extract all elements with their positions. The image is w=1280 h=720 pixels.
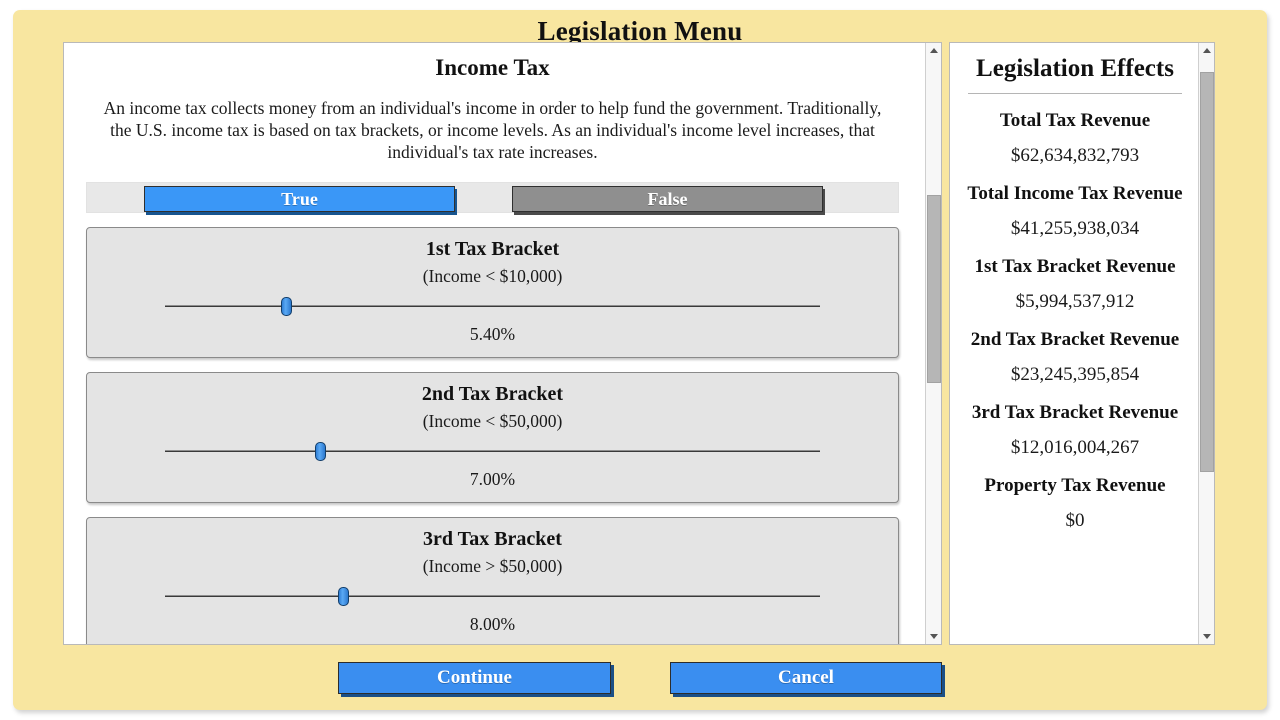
bracket-slider[interactable] bbox=[165, 586, 820, 606]
effect-value: $5,994,537,912 bbox=[1015, 291, 1135, 312]
tax-bracket-card: 3rd Tax Bracket (Income > $50,000) 8.00% bbox=[86, 517, 899, 644]
income-tax-content: Income Tax An income tax collects money … bbox=[64, 43, 921, 644]
false-button[interactable]: False bbox=[512, 186, 823, 212]
slider-track bbox=[165, 305, 820, 307]
slider-track bbox=[165, 595, 820, 597]
bracket-slider[interactable] bbox=[165, 296, 820, 316]
bracket-subtitle: (Income > $50,000) bbox=[422, 556, 563, 576]
cancel-button[interactable]: Cancel bbox=[670, 662, 942, 694]
effect-value: $12,016,004,267 bbox=[1010, 437, 1140, 458]
tax-bracket-card: 1st Tax Bracket (Income < $10,000) 5.40% bbox=[86, 227, 899, 358]
scroll-up-icon[interactable] bbox=[1199, 43, 1214, 58]
bracket-subtitle: (Income < $10,000) bbox=[422, 266, 563, 286]
effect-value: $0 bbox=[1065, 510, 1085, 531]
effect-value: $62,634,832,793 bbox=[1010, 145, 1140, 166]
continue-button[interactable]: Continue bbox=[338, 662, 611, 694]
legislation-menu-window: Legislation Menu Income Tax An income ta… bbox=[13, 10, 1267, 710]
scrollbar-thumb[interactable] bbox=[1200, 72, 1214, 472]
right-panel-scrollbar[interactable] bbox=[1198, 43, 1214, 644]
section-description: An income tax collects money from an ind… bbox=[103, 98, 882, 162]
bracket-title: 1st Tax Bracket bbox=[425, 238, 560, 260]
scroll-down-icon[interactable] bbox=[926, 629, 941, 644]
scroll-up-icon[interactable] bbox=[926, 43, 941, 58]
bracket-rate-value: 8.00% bbox=[469, 614, 516, 634]
effect-label: 1st Tax Bracket Revenue bbox=[974, 256, 1176, 277]
true-false-toggle: True False bbox=[86, 182, 899, 213]
effect-value: $23,245,395,854 bbox=[1010, 364, 1140, 385]
bracket-title: 3rd Tax Bracket bbox=[423, 528, 562, 550]
effect-label: Total Tax Revenue bbox=[999, 110, 1151, 131]
bracket-subtitle: (Income < $50,000) bbox=[422, 411, 563, 431]
scrollbar-thumb[interactable] bbox=[927, 195, 941, 384]
effect-label: 2nd Tax Bracket Revenue bbox=[970, 329, 1180, 350]
effect-label: 3rd Tax Bracket Revenue bbox=[971, 402, 1179, 423]
effect-value: $41,255,938,034 bbox=[1010, 218, 1140, 239]
effect-label: Property Tax Revenue bbox=[984, 475, 1166, 496]
income-tax-panel: Income Tax An income tax collects money … bbox=[63, 42, 942, 645]
tax-bracket-card: 2nd Tax Bracket (Income < $50,000) 7.00% bbox=[86, 372, 899, 503]
bracket-rate-value: 5.40% bbox=[469, 324, 516, 344]
left-panel-scrollbar[interactable] bbox=[925, 43, 941, 644]
legislation-effects-panel: Legislation Effects Total Tax Revenue $6… bbox=[949, 42, 1215, 645]
slider-thumb[interactable] bbox=[281, 297, 293, 316]
slider-thumb[interactable] bbox=[337, 587, 349, 606]
bracket-slider[interactable] bbox=[165, 441, 820, 461]
true-button[interactable]: True bbox=[144, 186, 455, 212]
scroll-down-icon[interactable] bbox=[1199, 629, 1214, 644]
bracket-title: 2nd Tax Bracket bbox=[421, 383, 564, 405]
slider-track bbox=[165, 450, 820, 452]
slider-thumb[interactable] bbox=[315, 442, 327, 461]
legislation-effects-content: Legislation Effects Total Tax Revenue $6… bbox=[950, 43, 1200, 532]
section-title: Income Tax bbox=[435, 55, 550, 80]
bracket-rate-value: 7.00% bbox=[469, 469, 516, 489]
effect-label: Total Income Tax Revenue bbox=[967, 183, 1183, 204]
effects-divider bbox=[968, 93, 1182, 94]
effects-title: Legislation Effects bbox=[976, 55, 1174, 82]
